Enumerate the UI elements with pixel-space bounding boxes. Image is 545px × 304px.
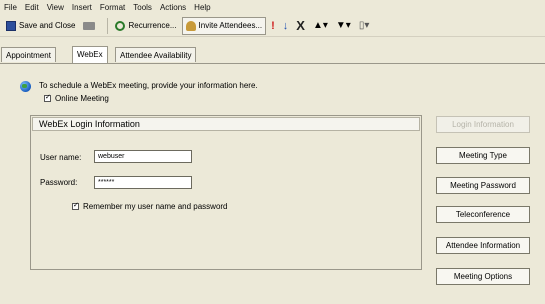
remember-label: Remember my user name and password xyxy=(83,202,228,211)
online-meeting-label: Online Meeting xyxy=(55,94,109,103)
remember-row: Remember my user name and password xyxy=(72,201,228,211)
meeting-options-button[interactable]: Meeting Options xyxy=(436,268,530,285)
menu-help[interactable]: Help xyxy=(194,3,210,12)
attendee-information-button[interactable]: Attendee Information xyxy=(436,237,530,254)
tab-divider xyxy=(0,63,545,64)
menu-view[interactable]: View xyxy=(47,3,64,12)
printer-icon xyxy=(83,21,96,30)
importance-high-button[interactable]: ! xyxy=(268,17,278,35)
importance-low-icon: ↓ xyxy=(282,19,289,32)
tab-strip: Appointment WebEx Attendee Availability xyxy=(0,46,545,63)
print-button[interactable] xyxy=(80,17,101,35)
delete-icon: X xyxy=(296,18,305,33)
tab-webex[interactable]: WebEx xyxy=(72,46,108,63)
password-label: Password: xyxy=(40,178,78,187)
importance-low-button[interactable]: ↓ xyxy=(280,17,292,35)
recurrence-icon xyxy=(115,20,126,31)
importance-high-icon: ! xyxy=(271,19,275,32)
previous-arrow-icon: ▲▾ xyxy=(312,20,328,31)
menu-file[interactable]: File xyxy=(4,3,17,12)
username-label: User name: xyxy=(40,153,82,162)
tab-appointment[interactable]: Appointment xyxy=(1,47,56,62)
menu-tools[interactable]: Tools xyxy=(133,3,152,12)
save-icon xyxy=(6,20,16,31)
password-input[interactable]: ****** xyxy=(94,176,192,189)
teleconference-button[interactable]: Teleconference xyxy=(436,206,530,223)
menu-format[interactable]: Format xyxy=(100,3,125,12)
meeting-type-button[interactable]: Meeting Type xyxy=(436,147,530,164)
menu-actions[interactable]: Actions xyxy=(160,3,186,12)
next-arrow-icon: ▼▾ xyxy=(335,20,351,31)
recurrence-button[interactable]: Recurrence... xyxy=(112,17,179,35)
toolbar-separator xyxy=(107,17,109,34)
globe-icon xyxy=(20,81,31,92)
delete-button[interactable]: X xyxy=(293,17,308,35)
previous-item-button[interactable]: ▲▾ xyxy=(310,17,331,35)
attendees-icon xyxy=(185,20,196,31)
login-panel xyxy=(30,115,422,270)
next-item-button[interactable]: ▼▾ xyxy=(333,17,354,35)
tab-attendee-availability[interactable]: Attendee Availability xyxy=(115,47,197,62)
menu-edit[interactable]: Edit xyxy=(25,3,39,12)
options-icon: ▯▾ xyxy=(358,20,370,31)
invite-attendees-button[interactable]: Invite Attendees... xyxy=(181,16,267,35)
login-panel-header: WebEx Login Information xyxy=(32,117,420,131)
menu-insert[interactable]: Insert xyxy=(72,3,92,12)
meeting-password-button[interactable]: Meeting Password xyxy=(436,177,530,194)
username-input[interactable]: webuser xyxy=(94,150,192,163)
intro-text: To schedule a WebEx meeting, provide you… xyxy=(39,81,258,90)
online-meeting-checkbox[interactable] xyxy=(44,93,51,102)
toolbar: Save and Close Recurrence... Invite Atte… xyxy=(0,15,545,37)
online-meeting-row: Online Meeting xyxy=(44,93,109,103)
menu-bar: File Edit View Insert Format Tools Actio… xyxy=(0,0,545,14)
remember-checkbox[interactable] xyxy=(72,201,79,210)
login-information-button[interactable]: Login Information xyxy=(436,116,530,133)
options-menu-button[interactable]: ▯▾ xyxy=(356,17,373,35)
save-and-close-button[interactable]: Save and Close xyxy=(3,17,78,35)
